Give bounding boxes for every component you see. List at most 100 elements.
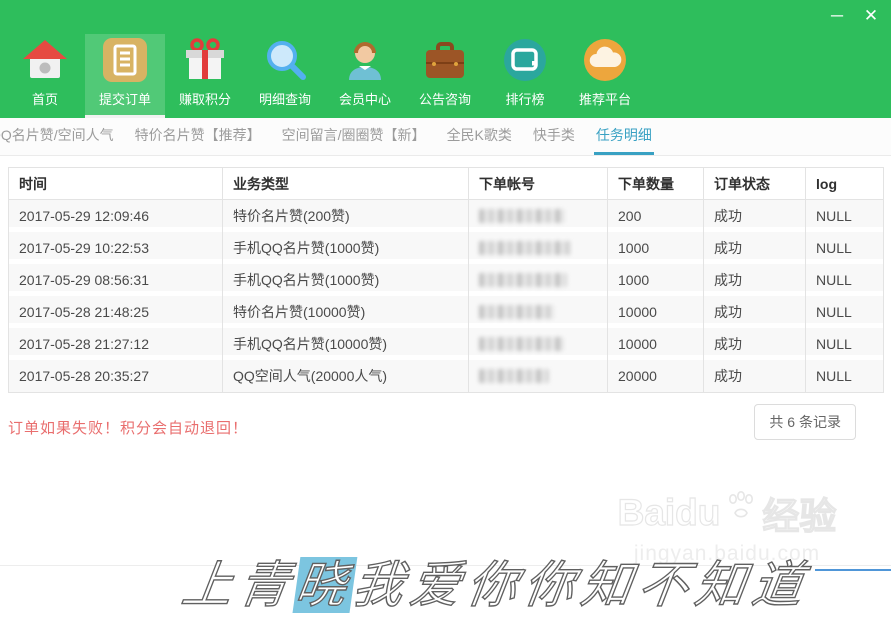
cell-account [469, 360, 608, 392]
cell-status: 成功 [704, 264, 806, 296]
table-row: 2017-05-29 12:09:46 特价名片赞(200赞) 200 成功 N… [9, 200, 883, 232]
cell-status: 成功 [704, 296, 806, 328]
col-header-quantity: 下单数量 [608, 168, 704, 200]
masked-account [479, 369, 549, 383]
cell-account [469, 264, 608, 296]
nav-item-announcements[interactable]: 公告咨询 [405, 34, 485, 118]
cell-quantity: 10000 [608, 296, 704, 328]
tab-qq-card-likes[interactable]: QQ名片赞/空间人气 [0, 125, 116, 155]
nav-label: 明细查询 [259, 89, 311, 108]
nav-label: 赚取积分 [179, 89, 231, 108]
table-row: 2017-05-28 21:27:12 手机QQ名片赞(10000赞) 1000… [9, 328, 883, 360]
tab-space-messages[interactable]: 空间留言/圈圈赞【新】 [280, 125, 428, 155]
cell-log: NULL [806, 360, 883, 392]
cell-quantity: 20000 [608, 360, 704, 392]
cell-quantity: 10000 [608, 328, 704, 360]
gift-icon [181, 36, 229, 84]
cell-log: NULL [806, 296, 883, 328]
cell-log: NULL [806, 328, 883, 360]
cell-type: 手机QQ名片赞(1000赞) [223, 264, 469, 296]
orders-table: 时间 业务类型 下单帐号 下单数量 订单状态 log 2017-05-29 12… [8, 167, 884, 393]
cell-type: QQ空间人气(20000人气) [223, 360, 469, 392]
cell-account [469, 296, 608, 328]
tab-karaoke[interactable]: 全民K歌类 [445, 125, 514, 155]
nav-label: 会员中心 [339, 89, 391, 108]
nav-item-member-center[interactable]: 会员中心 [325, 34, 405, 118]
record-count-badge: 共 6 条记录 [754, 404, 856, 440]
col-header-account: 下单帐号 [469, 168, 608, 200]
masked-account [479, 209, 565, 223]
cell-quantity: 200 [608, 200, 704, 232]
masked-account [479, 241, 571, 255]
minimize-button[interactable]: ─ [825, 4, 849, 28]
cell-time: 2017-05-28 21:48:25 [9, 296, 223, 328]
nav-item-ranking[interactable]: 排行榜 [485, 34, 565, 118]
table-header-row: 时间 业务类型 下单帐号 下单数量 订单状态 log [9, 168, 883, 200]
category-tabbar: QQ名片赞/空间人气 特价名片赞【推荐】 空间留言/圈圈赞【新】 全民K歌类 快… [0, 118, 891, 156]
member-icon [341, 36, 389, 84]
nav-item-home[interactable]: 首页 [5, 34, 85, 118]
cell-quantity: 1000 [608, 232, 704, 264]
cell-type: 特价名片赞(10000赞) [223, 296, 469, 328]
table-row: 2017-05-28 21:48:25 特价名片赞(10000赞) 10000 … [9, 296, 883, 328]
nav-item-earn-points[interactable]: 赚取积分 [165, 34, 245, 118]
cell-status: 成功 [704, 328, 806, 360]
cell-log: NULL [806, 200, 883, 232]
col-header-status: 订单状态 [704, 168, 806, 200]
nav-label: 推荐平台 [579, 89, 631, 108]
main-nav: 首页 提交订单 [5, 34, 645, 118]
home-icon [21, 36, 69, 84]
briefcase-icon [421, 36, 469, 84]
nav-label: 提交订单 [99, 89, 151, 108]
cell-log: NULL [806, 264, 883, 296]
cloud-icon [581, 36, 629, 84]
baidu-jingyan-watermark: Baidu 经验 jingyan.baidu.com [592, 486, 862, 566]
cell-time: 2017-05-28 21:27:12 [9, 328, 223, 360]
search-icon [261, 36, 309, 84]
ranking-icon [501, 36, 549, 84]
tab-special-card-likes[interactable]: 特价名片赞【推荐】 [133, 125, 263, 155]
cell-log: NULL [806, 232, 883, 264]
masked-account [479, 305, 555, 319]
table-row: 2017-05-29 08:56:31 手机QQ名片赞(1000赞) 1000 … [9, 264, 883, 296]
nav-item-submit-order[interactable]: 提交订单 [85, 34, 165, 118]
cell-time: 2017-05-29 08:56:31 [9, 264, 223, 296]
nav-label: 排行榜 [505, 89, 544, 108]
cell-type: 手机QQ名片赞(1000赞) [223, 232, 469, 264]
bottom-watermark-text: 上青晓我爱你你知不知道 [178, 545, 815, 617]
app-header: ─ ✕ 首页 [0, 0, 891, 118]
table-row: 2017-05-29 10:22:53 手机QQ名片赞(1000赞) 1000 … [9, 232, 883, 264]
refund-notice: 订单如果失败！积分会自动退回！ [8, 407, 248, 438]
cell-quantity: 1000 [608, 264, 704, 296]
submit-order-icon [101, 36, 149, 84]
nav-item-detail-query[interactable]: 明细查询 [245, 34, 325, 118]
baidu-brand-suffix: 经验 [762, 486, 836, 540]
cell-type: 手机QQ名片赞(10000赞) [223, 328, 469, 360]
cell-status: 成功 [704, 200, 806, 232]
cell-status: 成功 [704, 232, 806, 264]
baidu-brand-text: Baidu [618, 492, 721, 534]
col-header-time: 时间 [9, 168, 223, 200]
table-row: 2017-05-28 20:35:27 QQ空间人气(20000人气) 2000… [9, 360, 883, 392]
bottom-blue-line [815, 569, 891, 571]
cell-time: 2017-05-29 10:22:53 [9, 232, 223, 264]
baidu-url-text: jingyan.baidu.com [592, 542, 862, 566]
cell-time: 2017-05-29 12:09:46 [9, 200, 223, 232]
footer-divider [0, 565, 891, 566]
nav-label: 公告咨询 [419, 89, 471, 108]
nav-item-recommend-platform[interactable]: 推荐平台 [565, 34, 645, 118]
tab-kuaishou[interactable]: 快手类 [531, 125, 577, 155]
masked-account [479, 273, 567, 287]
tab-task-detail[interactable]: 任务明细 [594, 125, 654, 155]
masked-account [479, 337, 564, 351]
cell-account [469, 328, 608, 360]
close-button[interactable]: ✕ [859, 4, 883, 28]
table-footer: 订单如果失败！积分会自动退回！ 共 6 条记录 [8, 404, 884, 440]
col-header-log: log [806, 168, 883, 200]
col-header-type: 业务类型 [223, 168, 469, 200]
nav-label: 首页 [32, 89, 58, 108]
cell-type: 特价名片赞(200赞) [223, 200, 469, 232]
cell-account [469, 200, 608, 232]
cell-time: 2017-05-28 20:35:27 [9, 360, 223, 392]
window-controls: ─ ✕ [825, 4, 883, 28]
